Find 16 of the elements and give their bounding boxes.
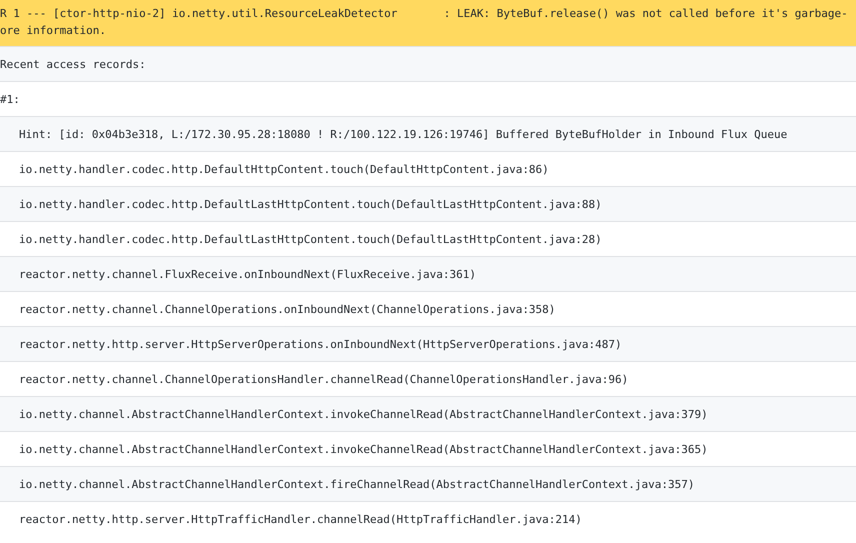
stack-trace-line: io.netty.handler.codec.http.DefaultLastHttpContent.touch(DefaultLastHttpContent.java:28) [19, 232, 602, 246]
stack-trace-line: io.netty.channel.AbstractChannelHandlerContext.fireChannelRead(AbstractChannelHandlerContext.java:357) [19, 478, 695, 490]
stack-trace-line: Hint: [id: 0x04b3e318, L:/172.30.95.28:18080 ! R:/100.122.19.126:19746] Buffered ByteBufHolder in Inbound Flux Queue [19, 128, 788, 140]
stack-trace-line: io.netty.handler.codec.http.DefaultHttpContent.touch(DefaultHttpContent.java:86) [19, 162, 549, 176]
stack-trace-line: reactor.netty.channel.ChannelOperations.onInboundNext(ChannelOperations.java:358) [19, 302, 556, 316]
log-line: Recent access records: [0, 58, 146, 70]
stack-trace-line: io.netty.handler.codec.http.DefaultLastHttpContent.touch(DefaultLastHttpContent.java:88) [19, 198, 602, 210]
log-message: R 1 --- [ctor-http-nio-2] io.netty.util.ResourceLeakDetector : LEAK: ByteBuf.release() was not called before it's garbage- [0, 6, 849, 22]
stack-trace-line: reactor.netty.http.server.HttpTrafficHandler.channelRead(HttpTrafficHandler.java:214) [19, 512, 582, 526]
stack-trace-line: reactor.netty.channel.ChannelOperationsHandler.channelRead(ChannelOperationsHandler.java:96) [19, 372, 628, 386]
log-line: #1: [0, 92, 20, 106]
stack-trace-line: reactor.netty.http.server.HttpServerOperations.onInboundNext(HttpServerOperations.java:487) [19, 338, 622, 350]
stack-trace-line: reactor.netty.channel.FluxReceive.onInboundNext(FluxReceive.java:361) [19, 268, 476, 280]
stack-trace-line: io.netty.channel.AbstractChannelHandlerContext.invokeChannelRead(AbstractChannelHandlerContext.java:365) [19, 442, 708, 456]
stack-trace-line: io.netty.channel.AbstractChannelHandlerContext.invokeChannelRead(AbstractChannelHandlerContext.java:379) [19, 408, 708, 420]
log-message: ore information. [0, 23, 107, 39]
